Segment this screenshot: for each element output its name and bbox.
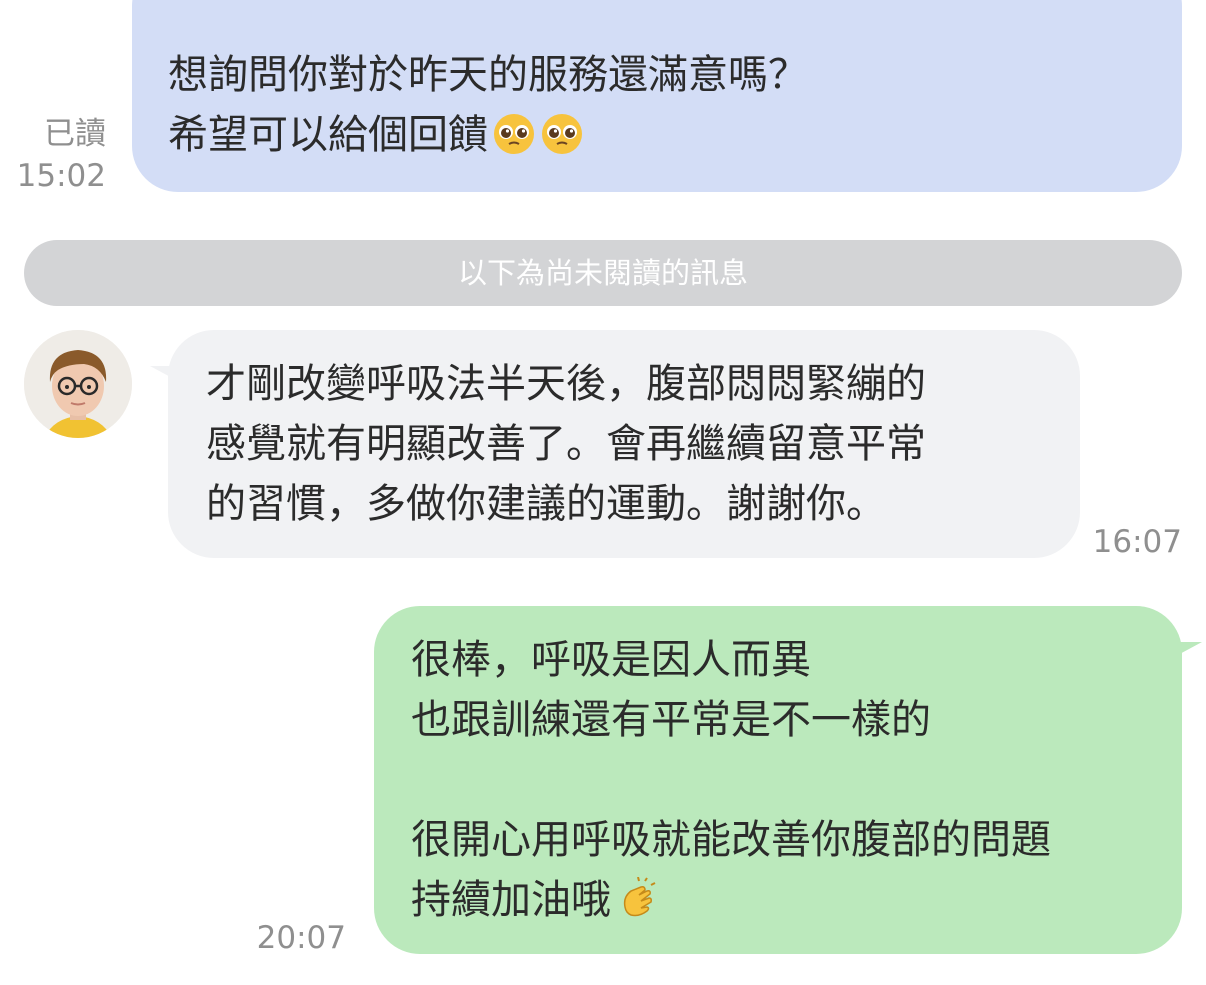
chat-view: 想詢問你對於昨天的服務還滿意嗎？ 希望可以給個回饋 已讀 15:02 以下為尚未…	[0, 0, 1206, 985]
message-text-line-1: 想詢問你對於昨天的服務還滿意嗎？	[168, 52, 808, 98]
read-receipt-label: 已讀	[44, 116, 106, 152]
message-timestamp: 16:07	[1092, 524, 1182, 560]
message-text: 很棒，呼吸是因人而異 也跟訓練還有平常是不一樣的 很開心用呼吸就能改善你腹部的問…	[411, 637, 1051, 923]
received-message-bubble[interactable]: 才剛改變呼吸法半天後，腹部悶悶緊繃的 感覺就有明顯改善了。會再繼續留意平常 的習…	[168, 330, 1080, 558]
clapping-hands-emoji-icon	[623, 877, 656, 917]
message-timestamp: 20:07	[256, 920, 346, 956]
message-timestamp: 15:02	[16, 158, 106, 194]
contact-avatar[interactable]	[24, 330, 132, 438]
pleading-face-emoji-icon	[494, 114, 534, 154]
unread-divider: 以下為尚未閱讀的訊息	[24, 240, 1182, 306]
sent-message-bubble[interactable]: 想詢問你對於昨天的服務還滿意嗎？ 希望可以給個回饋	[132, 0, 1182, 192]
pleading-face-emoji-icon	[542, 114, 582, 154]
message-text-line-2: 希望可以給個回饋	[168, 112, 488, 158]
sent-message-bubble[interactable]: 很棒，呼吸是因人而異 也跟訓練還有平常是不一樣的 很開心用呼吸就能改善你腹部的問…	[374, 606, 1182, 954]
avatar-photo-icon	[24, 330, 132, 438]
